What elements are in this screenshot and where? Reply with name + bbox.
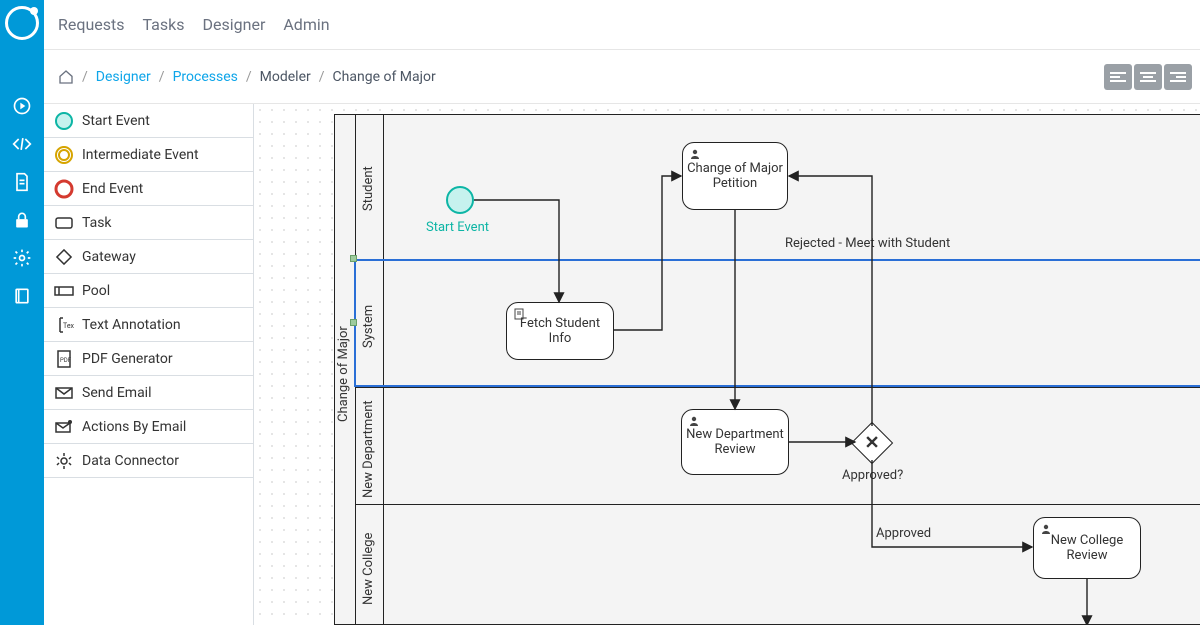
home-icon[interactable]	[58, 69, 74, 85]
task-icon	[54, 213, 74, 233]
lane-label-system: System	[361, 299, 376, 354]
data-connector-icon	[54, 451, 74, 471]
node-start-event[interactable]	[446, 186, 474, 214]
lane-label-new-college: New College	[361, 524, 376, 614]
gear-icon[interactable]	[12, 248, 32, 268]
script-task-icon	[513, 308, 525, 320]
nav-requests[interactable]: Requests	[58, 15, 125, 34]
palette-actions-by-email[interactable]: Actions By Email	[44, 410, 253, 444]
email-icon	[54, 383, 74, 403]
selection-handle[interactable]	[350, 319, 357, 326]
nav-admin[interactable]: Admin	[283, 15, 329, 34]
document-icon[interactable]	[12, 172, 32, 192]
crumb-current: Change of Major	[333, 69, 436, 85]
palette-data-connector[interactable]: Data Connector	[44, 444, 253, 478]
pdf-icon: PDF	[54, 349, 74, 369]
lock-icon[interactable]	[12, 210, 32, 230]
gateway-label: Approved?	[842, 468, 903, 483]
palette-pdf-generator[interactable]: PDF PDF Generator	[44, 342, 253, 376]
lane-divider-2	[356, 387, 1200, 388]
lane-divider-3	[356, 504, 1200, 505]
svg-text:PDF: PDF	[60, 357, 72, 364]
node-new-department-review[interactable]: New Department Review	[681, 409, 789, 475]
lane-label-new-department: New Department	[361, 399, 376, 499]
palette-intermediate-event[interactable]: Intermediate Event	[44, 138, 253, 172]
align-left-button[interactable]	[1104, 64, 1132, 90]
palette-gateway[interactable]: Gateway	[44, 240, 253, 274]
logo-icon[interactable]	[5, 6, 39, 40]
node-change-of-major-petition[interactable]: Change of Major Petition	[682, 142, 788, 210]
end-event-icon	[54, 179, 74, 199]
align-center-button[interactable]	[1134, 64, 1162, 90]
breadcrumb: / Designer / Processes / Modeler / Chang…	[44, 50, 1200, 104]
left-icon-strip	[0, 0, 44, 625]
start-event-icon	[54, 111, 74, 131]
crumb-designer[interactable]: Designer	[96, 69, 151, 85]
book-icon[interactable]	[12, 286, 32, 306]
intermediate-event-icon	[54, 145, 74, 165]
user-task-icon	[689, 148, 701, 160]
nav-designer[interactable]: Designer	[203, 15, 266, 34]
crumb-processes[interactable]: Processes	[173, 69, 238, 85]
svg-text:Text: Text	[63, 322, 74, 330]
lane-divider-1	[356, 259, 1200, 260]
pool-icon	[54, 281, 74, 301]
top-nav: Requests Tasks Designer Admin	[44, 0, 1200, 50]
crumb-modeler: Modeler	[260, 69, 311, 85]
play-icon[interactable]	[12, 96, 32, 116]
user-task-icon	[688, 415, 700, 427]
lane-label-student: Student	[361, 159, 376, 219]
bpmn-palette: Start Event Intermediate Event End Event…	[44, 104, 254, 625]
text-annotation-icon: Text	[54, 315, 74, 335]
gateway-icon	[54, 247, 74, 267]
pool-label: Change of Major	[336, 304, 351, 444]
node-fetch-student-info[interactable]: Fetch Student Info	[506, 302, 614, 360]
edge-label-approved: Approved	[876, 526, 931, 541]
palette-send-email[interactable]: Send Email	[44, 376, 253, 410]
align-right-button[interactable]	[1164, 64, 1192, 90]
nav-tasks[interactable]: Tasks	[143, 15, 185, 34]
palette-text-annotation[interactable]: Text Text Annotation	[44, 308, 253, 342]
node-new-college-review[interactable]: New College Review	[1033, 517, 1141, 579]
align-tools	[1104, 64, 1192, 90]
actions-email-icon	[54, 417, 74, 437]
breadcrumb-sep: /	[82, 69, 88, 85]
edge-label-rejected: Rejected - Meet with Student	[785, 236, 950, 251]
palette-start-event[interactable]: Start Event	[44, 104, 253, 138]
node-start-event-label: Start Event	[426, 220, 489, 235]
palette-end-event[interactable]: End Event	[44, 172, 253, 206]
palette-task[interactable]: Task	[44, 206, 253, 240]
palette-pool[interactable]: Pool	[44, 274, 253, 308]
bpmn-canvas[interactable]: Change of Major Student System New Depar…	[254, 104, 1200, 625]
code-icon[interactable]	[12, 134, 32, 154]
selection-handle[interactable]	[350, 255, 357, 262]
user-task-icon	[1040, 523, 1052, 535]
